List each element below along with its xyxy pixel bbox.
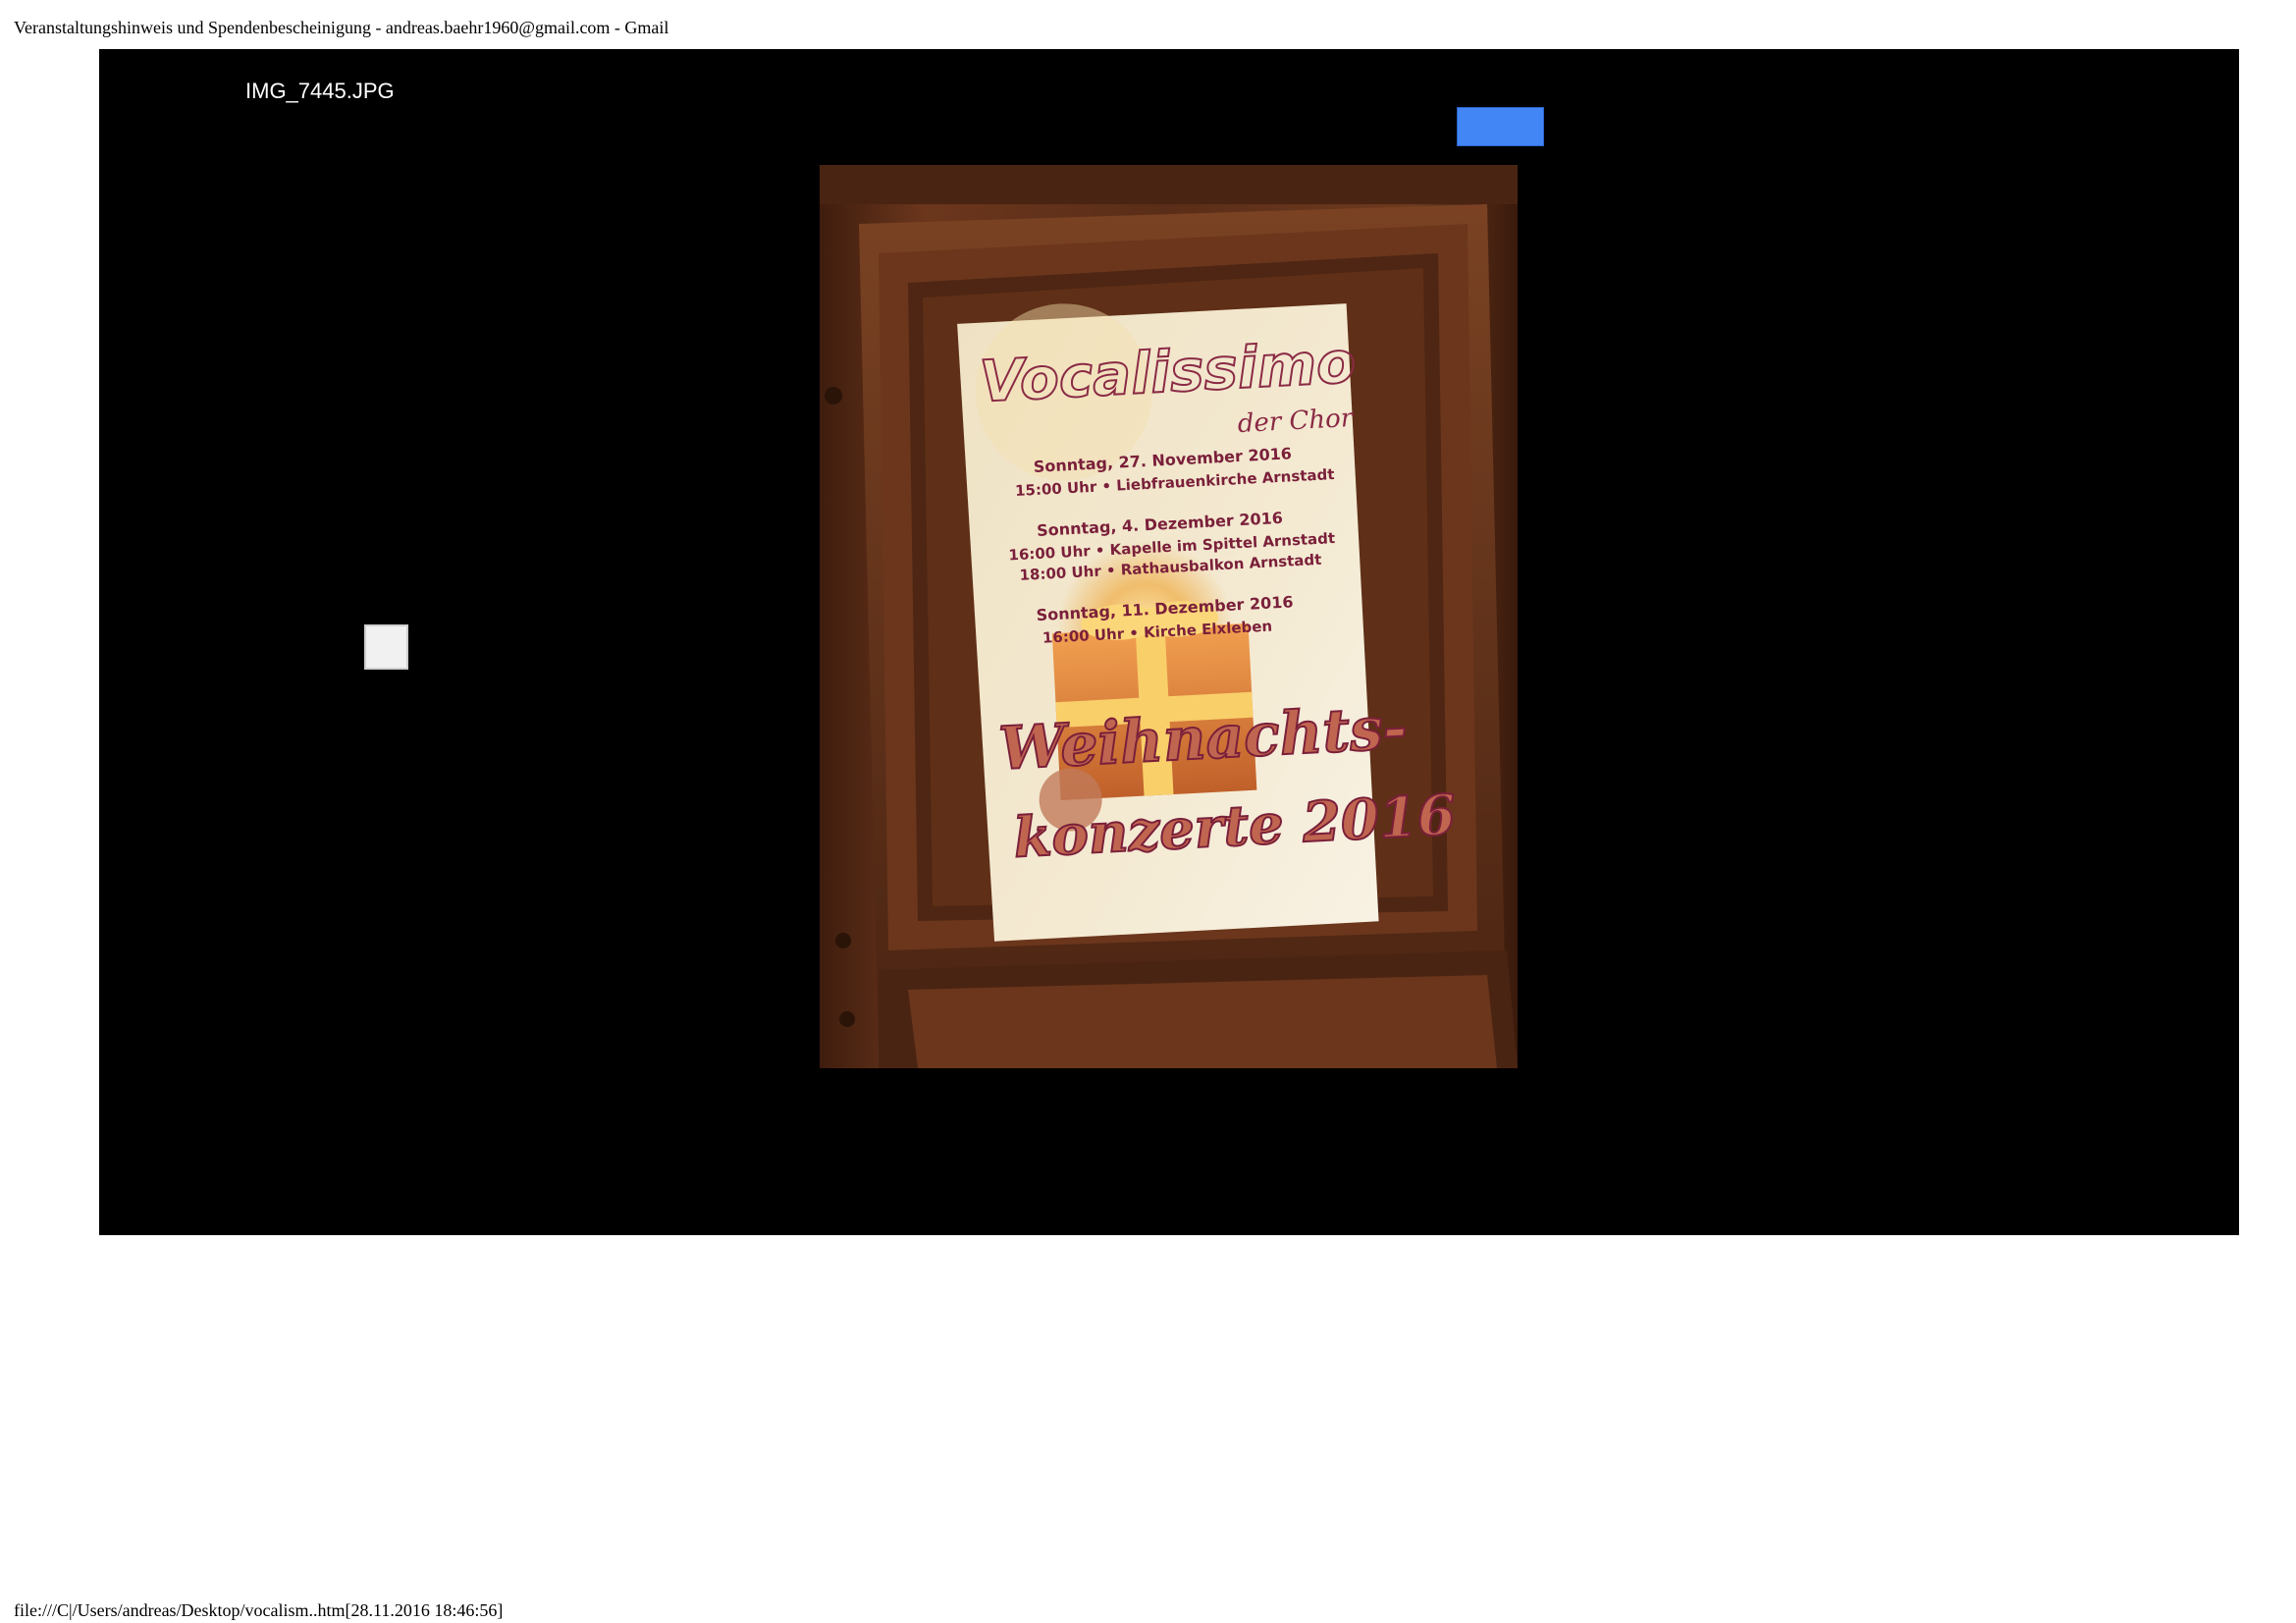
print-footer-path: file:///C|/Users/andreas/Desktop/vocalis… — [14, 1600, 504, 1620]
poster-subtitle: der Chor — [1237, 404, 1355, 439]
image-viewer: IMG_7445.JPG Vocalissimo der Chor Sonnta… — [99, 49, 2239, 1235]
photo-image: Vocalissimo der Chor Sonntag, 27. Novemb… — [820, 165, 1518, 1068]
white-square-button[interactable] — [364, 624, 408, 670]
image-filename: IMG_7445.JPG — [245, 79, 395, 103]
print-header-title: Veranstaltungshinweis und Spendenbeschei… — [14, 18, 669, 37]
blue-action-button[interactable] — [1457, 107, 1544, 146]
